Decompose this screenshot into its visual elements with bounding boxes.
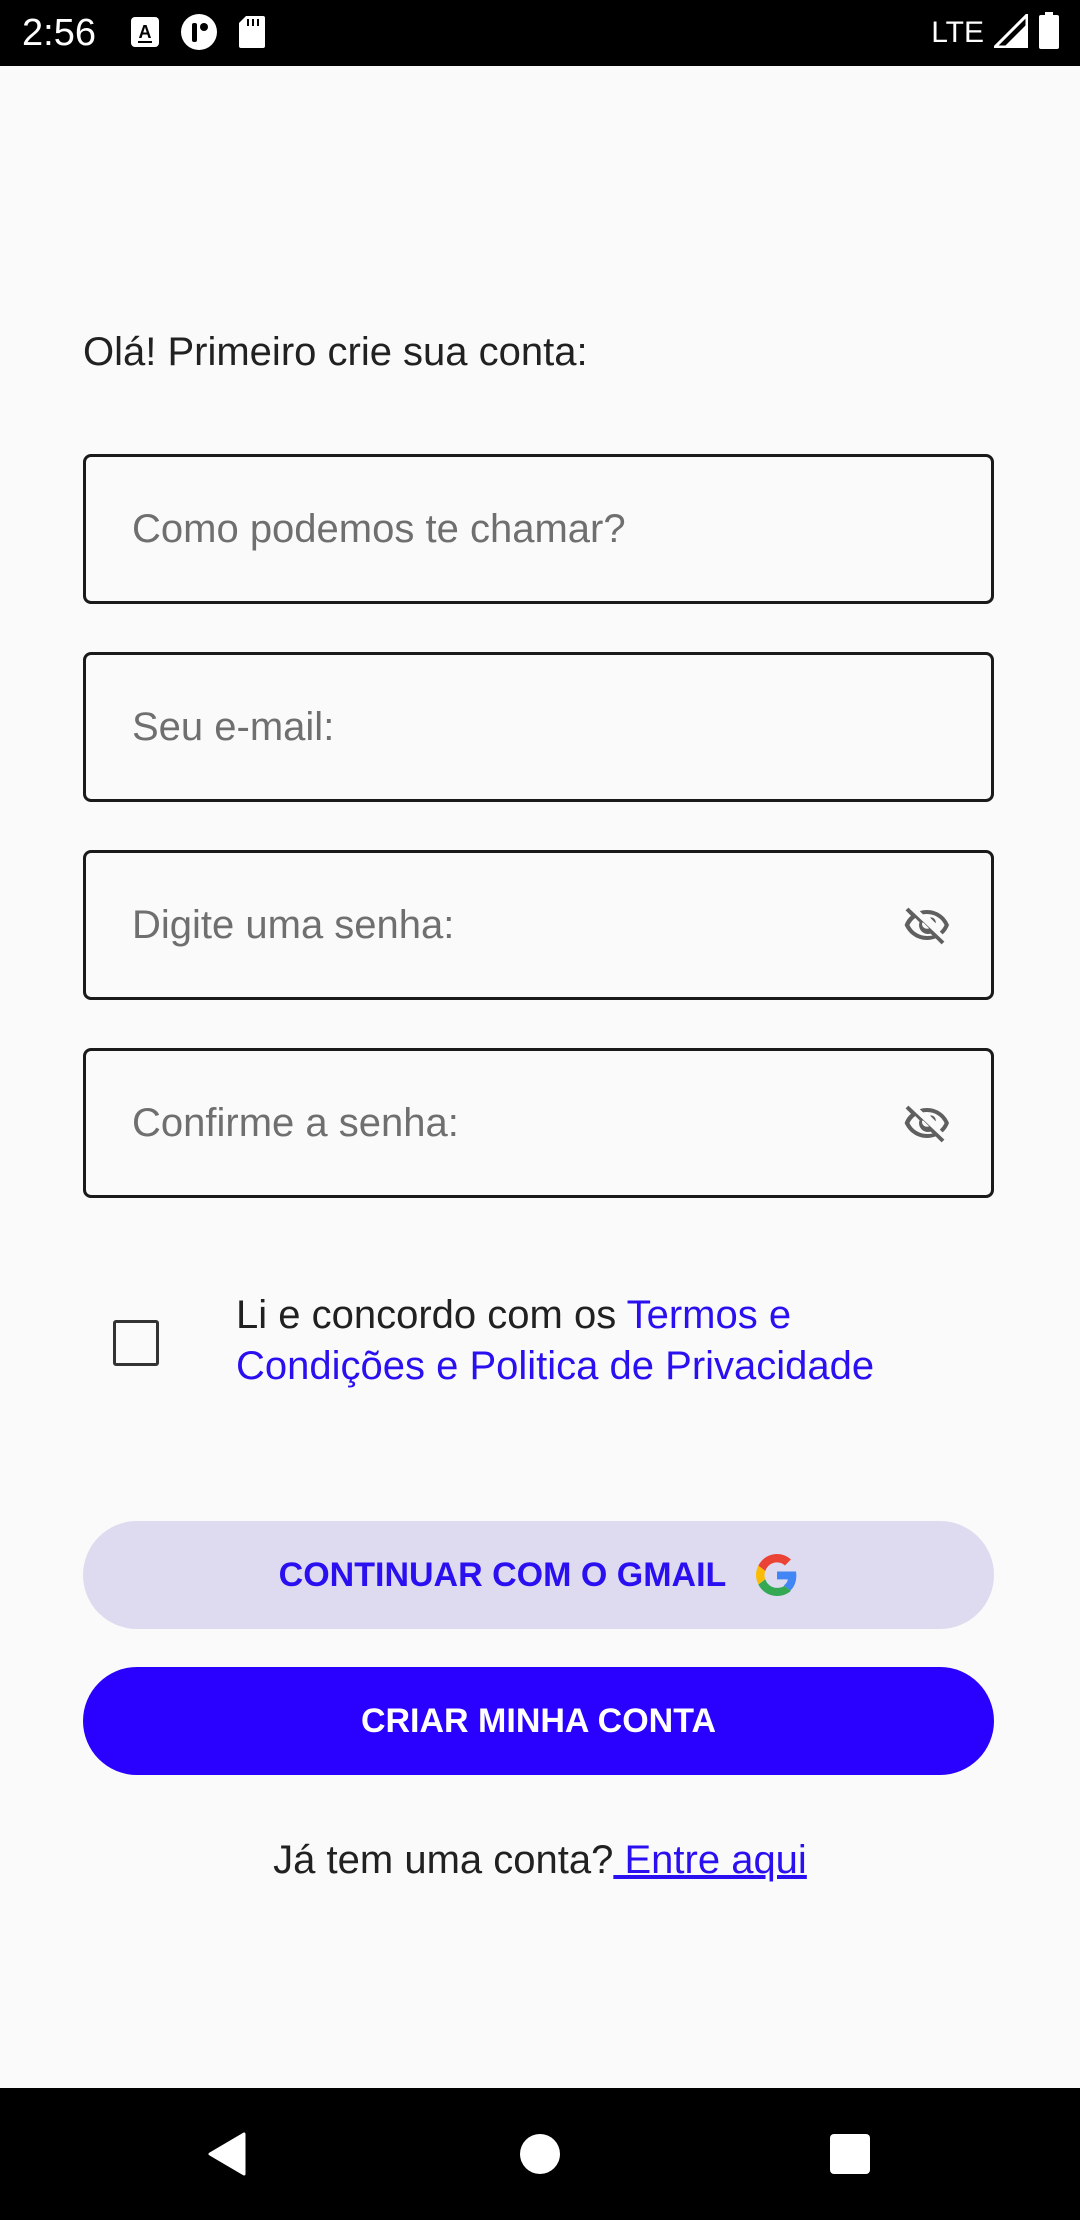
circle-app-icon	[180, 13, 218, 56]
sd-card-icon	[238, 15, 266, 54]
login-prompt: Já tem uma conta?	[273, 1838, 614, 1882]
login-row: Já tem uma conta? Entre aqui	[0, 1830, 1080, 1890]
continue-with-gmail-button[interactable]: CONTINUAR COM O GMAIL	[83, 1521, 994, 1629]
battery-icon	[1038, 11, 1060, 55]
confirm-password-field[interactable]	[83, 1048, 994, 1198]
notification-icons: A	[130, 13, 266, 56]
signal-icon	[991, 10, 1029, 53]
name-input[interactable]	[132, 457, 912, 601]
navigation-bar	[0, 2088, 1080, 2220]
google-icon	[756, 1554, 798, 1596]
gmail-button-label: CONTINUAR COM O GMAIL	[278, 1555, 727, 1594]
confirm-password-input[interactable]	[132, 1051, 912, 1195]
status-time: 2:56	[22, 12, 96, 54]
system-status-icons: LTE	[931, 10, 1060, 55]
visibility-off-icon[interactable]	[901, 1097, 953, 1149]
recents-icon[interactable]	[820, 2124, 880, 2184]
password-input[interactable]	[132, 853, 912, 997]
svg-text:A: A	[139, 22, 152, 42]
status-bar: 2:56 A LTE	[0, 0, 1080, 66]
back-icon[interactable]	[196, 2124, 256, 2184]
create-account-button[interactable]: CRIAR MINHA CONTA	[83, 1667, 994, 1775]
email-input[interactable]	[132, 655, 912, 799]
password-field[interactable]	[83, 850, 994, 1000]
visibility-off-icon[interactable]	[901, 899, 953, 951]
terms-row: Li e concordo com os Termos e Condições …	[83, 1290, 994, 1400]
create-account-label: CRIAR MINHA CONTA	[360, 1701, 717, 1740]
page-title: Olá! Primeiro crie sua conta:	[83, 330, 588, 374]
network-type-label: LTE	[931, 16, 984, 49]
login-link[interactable]: Entre aqui	[613, 1838, 806, 1882]
terms-checkbox[interactable]	[113, 1320, 159, 1366]
a-notification-icon: A	[130, 16, 160, 53]
terms-text: Li e concordo com os Termos e Condições …	[236, 1290, 956, 1392]
home-icon[interactable]	[510, 2124, 570, 2184]
name-field[interactable]	[83, 454, 994, 604]
email-field[interactable]	[83, 652, 994, 802]
terms-prefix: Li e concordo com os	[236, 1293, 627, 1337]
